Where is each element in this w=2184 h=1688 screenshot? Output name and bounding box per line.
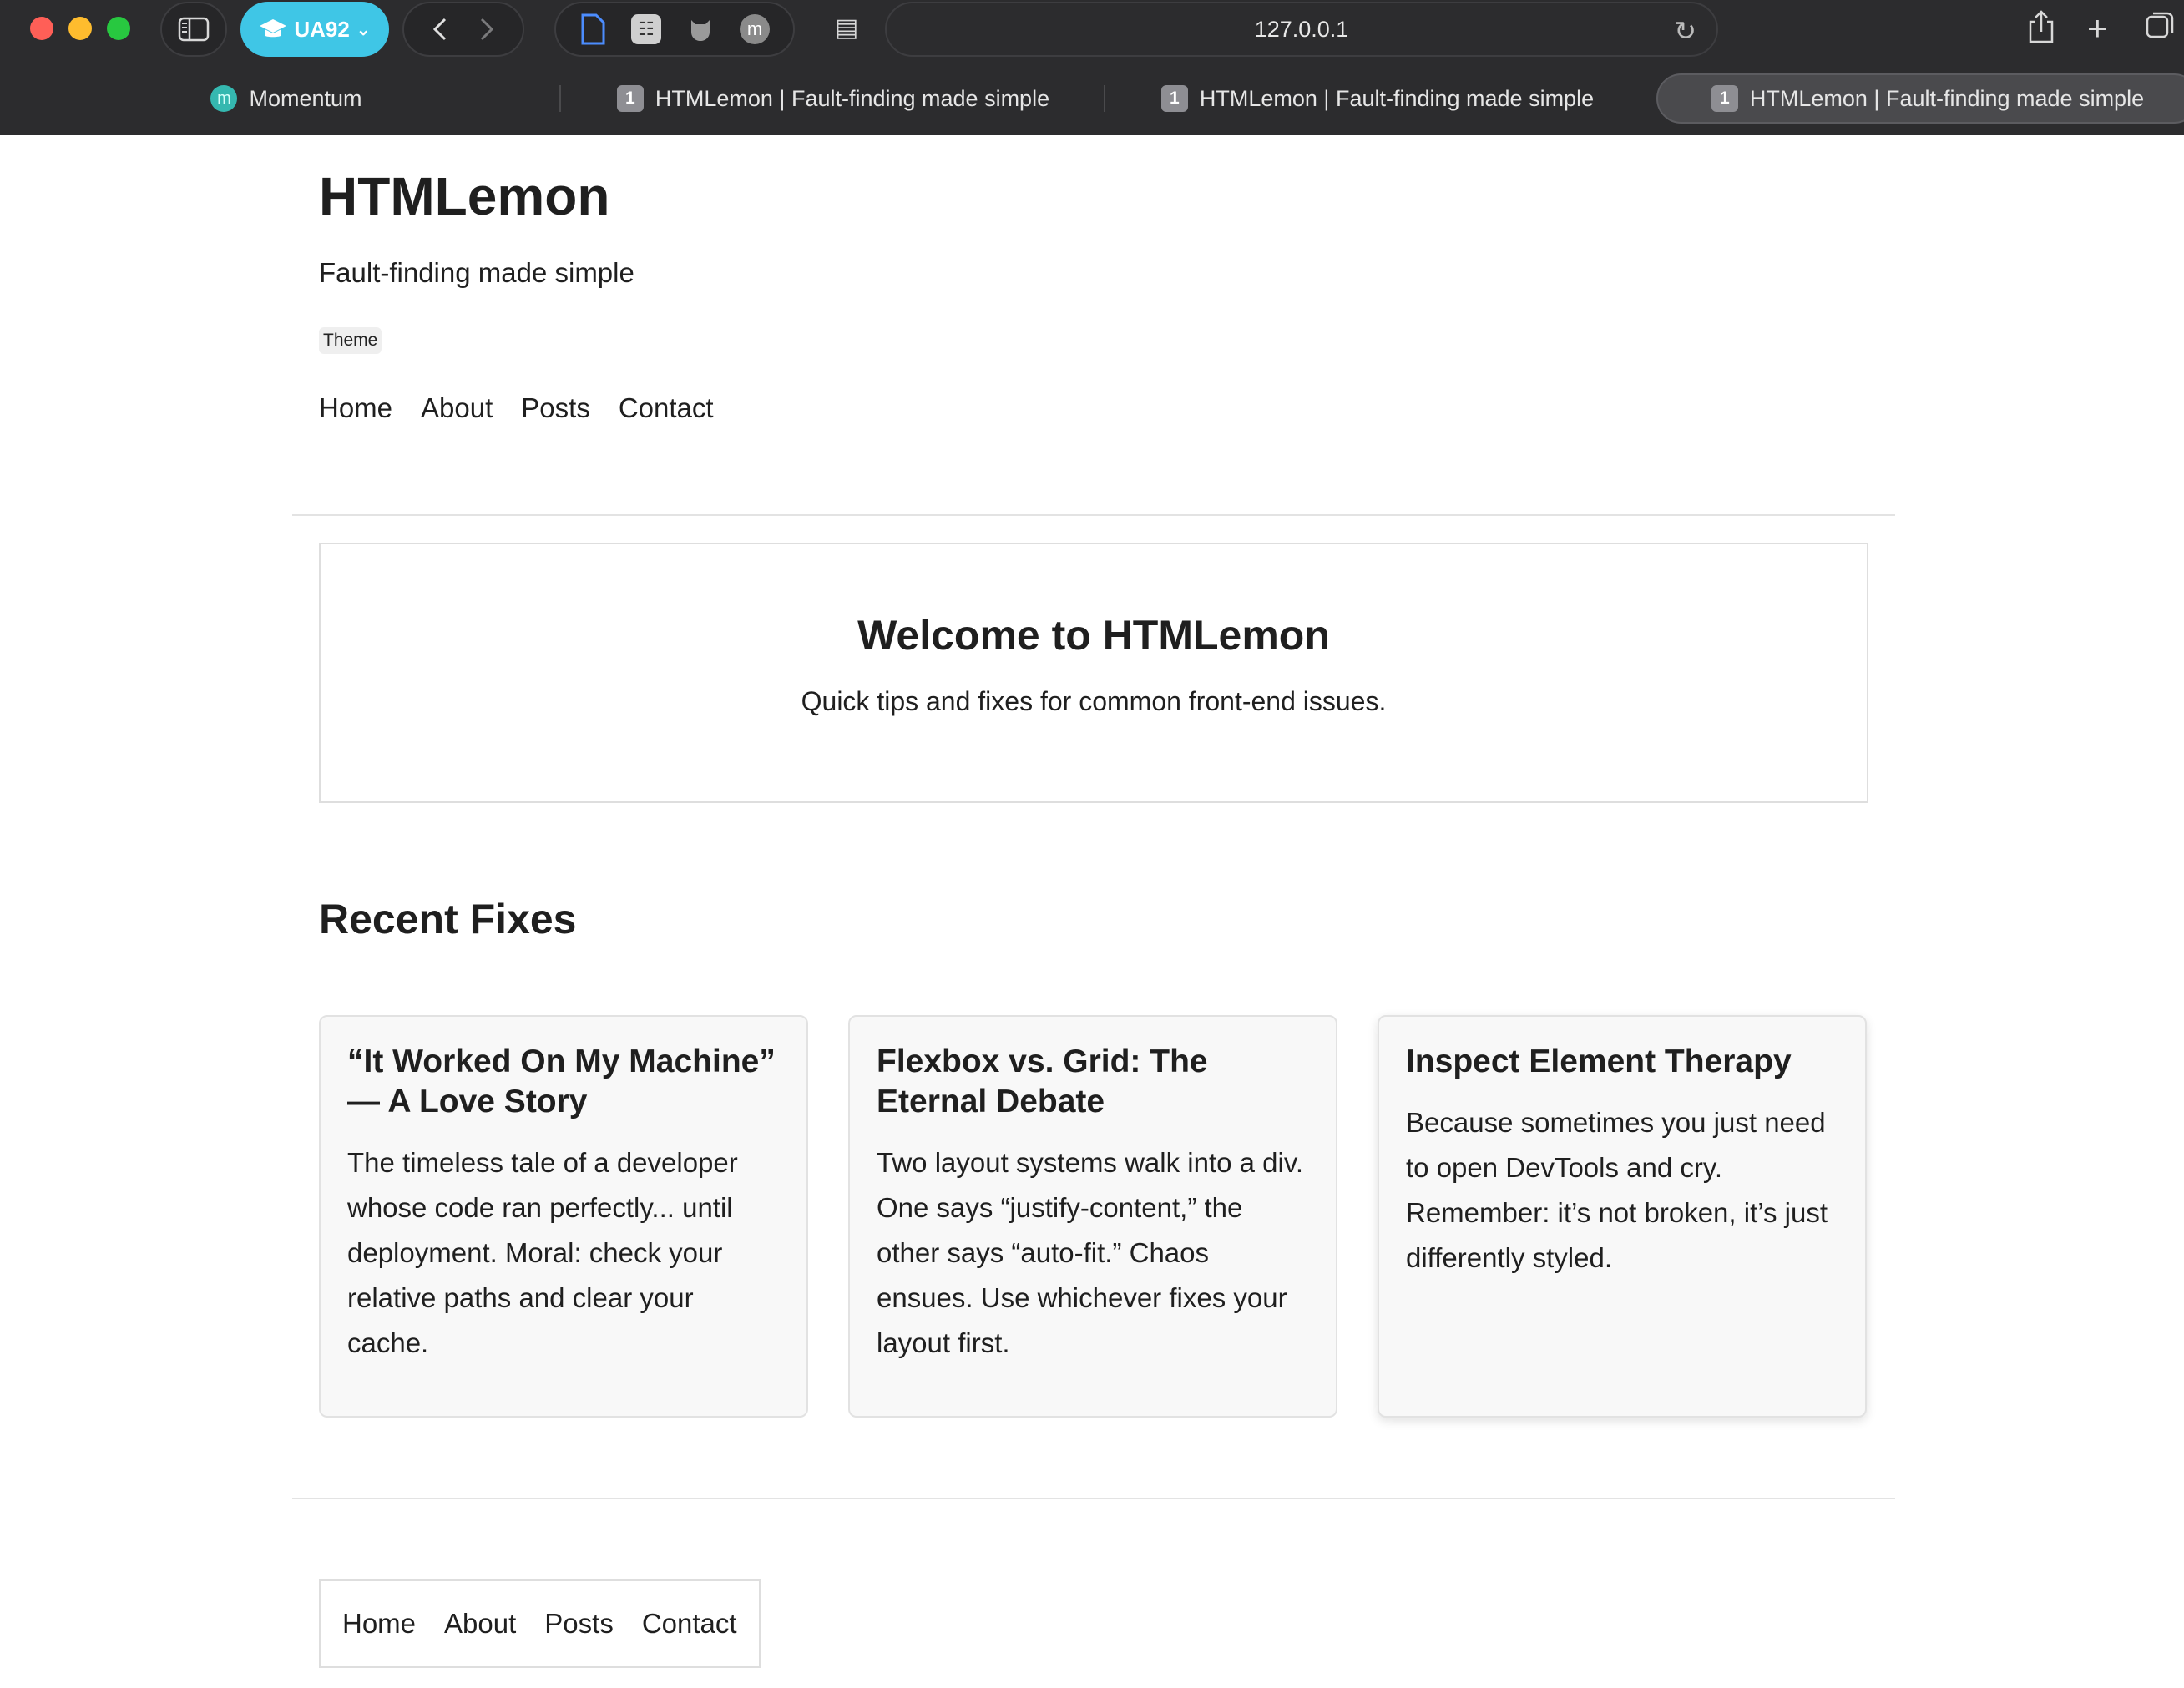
post-card-body: The timeless tale of a developer whose c… xyxy=(347,1147,738,1358)
history-navigation xyxy=(402,2,524,57)
footer-link-posts[interactable]: Posts xyxy=(544,1608,614,1640)
browser-toolbar: UA92 ⌄ ☷ m ▤ 127.0.0.1 ↻ + xyxy=(0,0,2184,58)
back-arrow-icon[interactable] xyxy=(432,17,448,42)
footer-divider xyxy=(292,1498,1895,1499)
extension-avatar-icon[interactable]: m xyxy=(740,14,770,44)
post-card-body: Because sometimes you just need to open … xyxy=(1406,1107,1828,1273)
header-divider xyxy=(292,514,1895,516)
reader-mode-icon[interactable]: ▤ xyxy=(835,13,858,43)
nav-link-posts[interactable]: Posts xyxy=(521,392,590,424)
graduation-cap-icon xyxy=(260,19,287,38)
site-title: HTMLemon xyxy=(319,166,610,226)
profile-button[interactable]: UA92 ⌄ xyxy=(240,2,389,57)
reload-icon[interactable]: ↻ xyxy=(1674,15,1696,47)
document-icon[interactable] xyxy=(579,13,606,45)
post-card[interactable]: Flexbox vs. Grid: The Eternal Debate Two… xyxy=(848,1015,1337,1418)
nav-link-about[interactable]: About xyxy=(421,392,493,424)
post-card[interactable]: “It Worked On My Machine” — A Love Story… xyxy=(319,1015,808,1418)
close-window-button[interactable] xyxy=(30,17,53,40)
chevron-down-icon: ⌄ xyxy=(356,20,371,39)
post-card-title: Flexbox vs. Grid: The Eternal Debate xyxy=(877,1044,1208,1119)
hero-title: Welcome to HTMLemon xyxy=(857,612,1330,659)
forward-arrow-icon[interactable] xyxy=(478,17,495,42)
sidebar-icon xyxy=(178,17,210,42)
site-tagline: Fault-finding made simple xyxy=(319,257,634,288)
sidebar-toggle-button[interactable] xyxy=(160,2,227,57)
page-viewport: HTMLemon Fault-finding made simple Theme… xyxy=(0,135,2184,1688)
hero-banner: Welcome to HTMLemon Quick tips and fixes… xyxy=(319,543,1868,803)
footer-link-contact[interactable]: Contact xyxy=(642,1608,737,1640)
theme-toggle-button[interactable]: Theme xyxy=(319,327,382,354)
tab-favicon-icon: 1 xyxy=(1711,85,1738,112)
extensions-bar: ☷ m xyxy=(554,2,795,57)
footer-link-about[interactable]: About xyxy=(444,1608,516,1640)
new-tab-icon[interactable]: + xyxy=(2087,8,2108,48)
tab-title: HTMLemon | Fault-finding made simple xyxy=(1749,85,2145,111)
tab-title: HTMLemon | Fault-finding made simple xyxy=(655,85,1050,111)
browser-chrome: UA92 ⌄ ☷ m ▤ 127.0.0.1 ↻ + m Momentum 1 … xyxy=(0,0,2184,135)
hero-subtitle: Quick tips and fixes for common front-en… xyxy=(801,686,1387,716)
main-nav: Home About Posts Contact xyxy=(319,392,714,424)
nav-link-contact[interactable]: Contact xyxy=(619,392,714,424)
tab-title: Momentum xyxy=(249,85,362,111)
tab-separator xyxy=(559,85,561,112)
github-cat-icon[interactable] xyxy=(686,15,715,43)
post-card[interactable]: Inspect Element Therapy Because sometime… xyxy=(1378,1015,1867,1418)
tab-title: HTMLemon | Fault-finding made simple xyxy=(1199,85,1595,111)
profile-label: UA92 xyxy=(294,16,350,42)
post-card-body: Two layout systems walk into a div. One … xyxy=(877,1147,1304,1358)
tab-overview-icon[interactable] xyxy=(2146,10,2176,48)
tab-separator xyxy=(1104,85,1105,112)
address-bar[interactable]: 127.0.0.1 ↻ xyxy=(885,2,1718,57)
tab-htmlemon-active[interactable]: 1 HTMLemon | Fault-finding made simple xyxy=(1656,73,2184,124)
nav-link-home[interactable]: Home xyxy=(319,392,392,424)
post-card-title: Inspect Element Therapy xyxy=(1406,1044,1792,1079)
recent-fixes-heading: Recent Fixes xyxy=(319,896,577,943)
tab-favicon-icon: 1 xyxy=(616,85,644,112)
zoom-window-button[interactable] xyxy=(107,17,130,40)
sitemap-icon[interactable]: ☷ xyxy=(631,14,661,44)
minimize-window-button[interactable] xyxy=(68,17,92,40)
tab-bar: m Momentum 1 HTMLemon | Fault-finding ma… xyxy=(15,73,2184,124)
tab-momentum[interactable]: m Momentum xyxy=(15,73,558,124)
url-text: 127.0.0.1 xyxy=(1254,16,1349,42)
tab-htmlemon-2[interactable]: 1 HTMLemon | Fault-finding made simple xyxy=(1110,73,1645,124)
footer-nav: Home About Posts Contact xyxy=(319,1579,761,1668)
tab-htmlemon-1[interactable]: 1 HTMLemon | Fault-finding made simple xyxy=(566,73,1100,124)
share-icon[interactable] xyxy=(2027,10,2055,51)
momentum-favicon-icon: m xyxy=(210,85,238,112)
tab-favicon-icon: 1 xyxy=(1160,85,1188,112)
footer-link-home[interactable]: Home xyxy=(342,1608,416,1640)
post-card-title: “It Worked On My Machine” — A Love Story xyxy=(347,1044,776,1119)
